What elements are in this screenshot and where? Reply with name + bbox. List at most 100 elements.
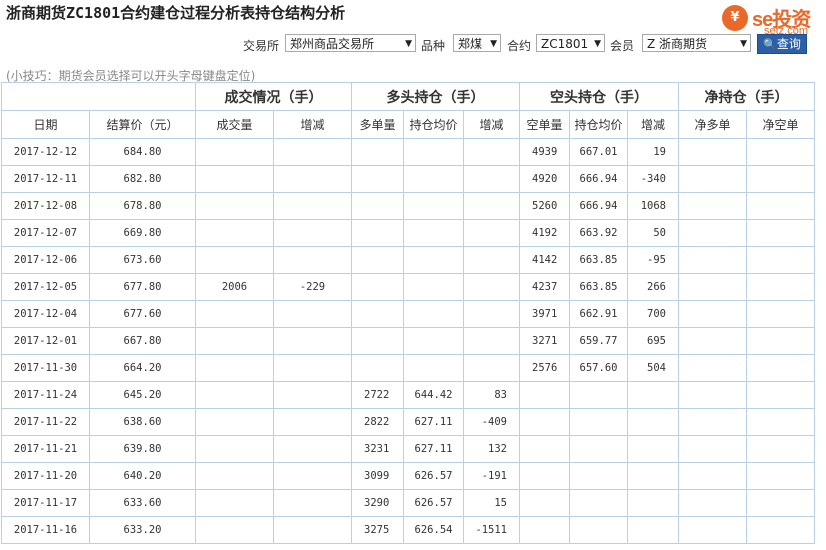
cell-net-long [678,435,747,463]
col-net-long[interactable]: 净多单 [678,110,747,139]
cell-settle-price: 684.80 [89,138,196,166]
cell-long-change [463,327,520,355]
cell-date: 2017-12-04 [1,300,90,328]
cell-long-avg [403,300,464,328]
contract-select[interactable]: ZC1801 ▼ [536,34,605,52]
member-select[interactable]: Z 浙商期货 ▼ [642,34,751,52]
cell-short-avg: 666.94 [569,192,628,220]
cell-net-long [678,462,747,490]
table-row: 2017-11-22 638.60 2822 627.11 -409 [1,408,815,436]
group-header-short: 空头持仓（手） [519,82,679,111]
cell-short-change [627,516,679,544]
cell-volume-change [273,219,352,247]
table-row: 2017-12-08 678.80 5260 666.94 1068 [1,192,815,220]
cell-short-change [627,462,679,490]
col-short-avg[interactable]: 持仓均价 [569,110,628,139]
col-volume[interactable]: 成交量 [195,110,274,139]
cell-date: 2017-11-20 [1,462,90,490]
cell-date: 2017-12-06 [1,246,90,274]
cell-settle-price: 638.60 [89,408,196,436]
col-date[interactable]: 日期 [1,110,90,139]
cell-long: 2722 [351,381,404,409]
cell-net-short [746,408,815,436]
group-header-net: 净持仓（手） [678,82,815,111]
cell-volume-change: -229 [273,273,352,301]
dropdown-arrow-icon: ▼ [490,39,497,49]
cell-date: 2017-11-17 [1,489,90,517]
cell-long [351,300,404,328]
cell-long-avg [403,327,464,355]
cell-net-short [746,516,815,544]
cell-long-change: 15 [463,489,520,517]
position-table: 成交情况（手） 多头持仓（手） 空头持仓（手） 净持仓（手） 日期 结算价（元）… [1,82,815,544]
cell-short-avg: 667.01 [569,138,628,166]
cell-net-long [678,273,747,301]
query-button[interactable]: 🔍查询 [757,34,807,54]
exchange-select[interactable]: 郑州商品交易所 ▼ [285,34,416,52]
cell-short: 5260 [519,192,570,220]
col-net-short[interactable]: 净空单 [746,110,815,139]
cell-date: 2017-12-05 [1,273,90,301]
cell-settle-price: 678.80 [89,192,196,220]
col-settle-price[interactable]: 结算价（元） [89,110,196,139]
cell-long [351,354,404,382]
cell-short-avg: 663.85 [569,273,628,301]
cell-net-short [746,165,815,193]
cell-net-short [746,435,815,463]
cell-net-long [678,516,747,544]
dropdown-arrow-icon: ▼ [405,39,412,49]
cell-long-avg [403,354,464,382]
cell-date: 2017-12-08 [1,192,90,220]
cell-long-change [463,273,520,301]
cell-volume [195,165,274,193]
cell-date: 2017-12-11 [1,165,90,193]
col-short[interactable]: 空单量 [519,110,570,139]
exchange-label: 交易所 [243,39,280,53]
cell-long: 3099 [351,462,404,490]
cell-short [519,462,570,490]
cell-net-long [678,381,747,409]
cell-long-avg [403,246,464,274]
cell-volume-change [273,246,352,274]
cell-short-avg: 663.85 [569,246,628,274]
title-bar: 浙商期货ZC1801合约建仓过程分析表持仓结构分析 ¥ se投资 setz.co… [0,0,826,37]
cell-short-avg: 657.60 [569,354,628,382]
cell-long: 3275 [351,516,404,544]
cell-short-avg [569,462,628,490]
col-long-change[interactable]: 增减 [463,110,520,139]
cell-net-long [678,165,747,193]
cell-settle-price: 673.60 [89,246,196,274]
cell-net-long [678,327,747,355]
cell-long-avg: 627.11 [403,435,464,463]
cell-long-avg [403,192,464,220]
cell-net-short [746,192,815,220]
table-row: 2017-12-06 673.60 4142 663.85 -95 [1,246,815,274]
cell-volume [195,192,274,220]
cell-short: 4920 [519,165,570,193]
table-row: 2017-12-07 669.80 4192 663.92 50 [1,219,815,247]
cell-short-change: 266 [627,273,679,301]
col-volume-change[interactable]: 增减 [273,110,352,139]
cell-volume [195,381,274,409]
cell-long-change: -191 [463,462,520,490]
contract-label: 合约 [507,39,532,53]
variety-select[interactable]: 郑煤 ▼ [453,34,501,52]
cell-short-change [627,435,679,463]
cell-net-long [678,489,747,517]
col-short-change[interactable]: 增减 [627,110,679,139]
cell-net-long [678,408,747,436]
variety-label: 品种 [421,39,446,53]
table-row: 2017-11-16 633.20 3275 626.54 -1511 [1,516,815,544]
table-row: 2017-11-21 639.80 3231 627.11 132 [1,435,815,463]
col-long-avg[interactable]: 持仓均价 [403,110,464,139]
cell-net-short [746,246,815,274]
cell-volume [195,408,274,436]
cell-settle-price: 677.80 [89,273,196,301]
cell-volume-change [273,165,352,193]
cell-volume [195,300,274,328]
cell-short-avg: 663.92 [569,219,628,247]
cell-net-short [746,300,815,328]
col-long[interactable]: 多单量 [351,110,404,139]
cell-short-change: 504 [627,354,679,382]
cell-long-avg [403,138,464,166]
